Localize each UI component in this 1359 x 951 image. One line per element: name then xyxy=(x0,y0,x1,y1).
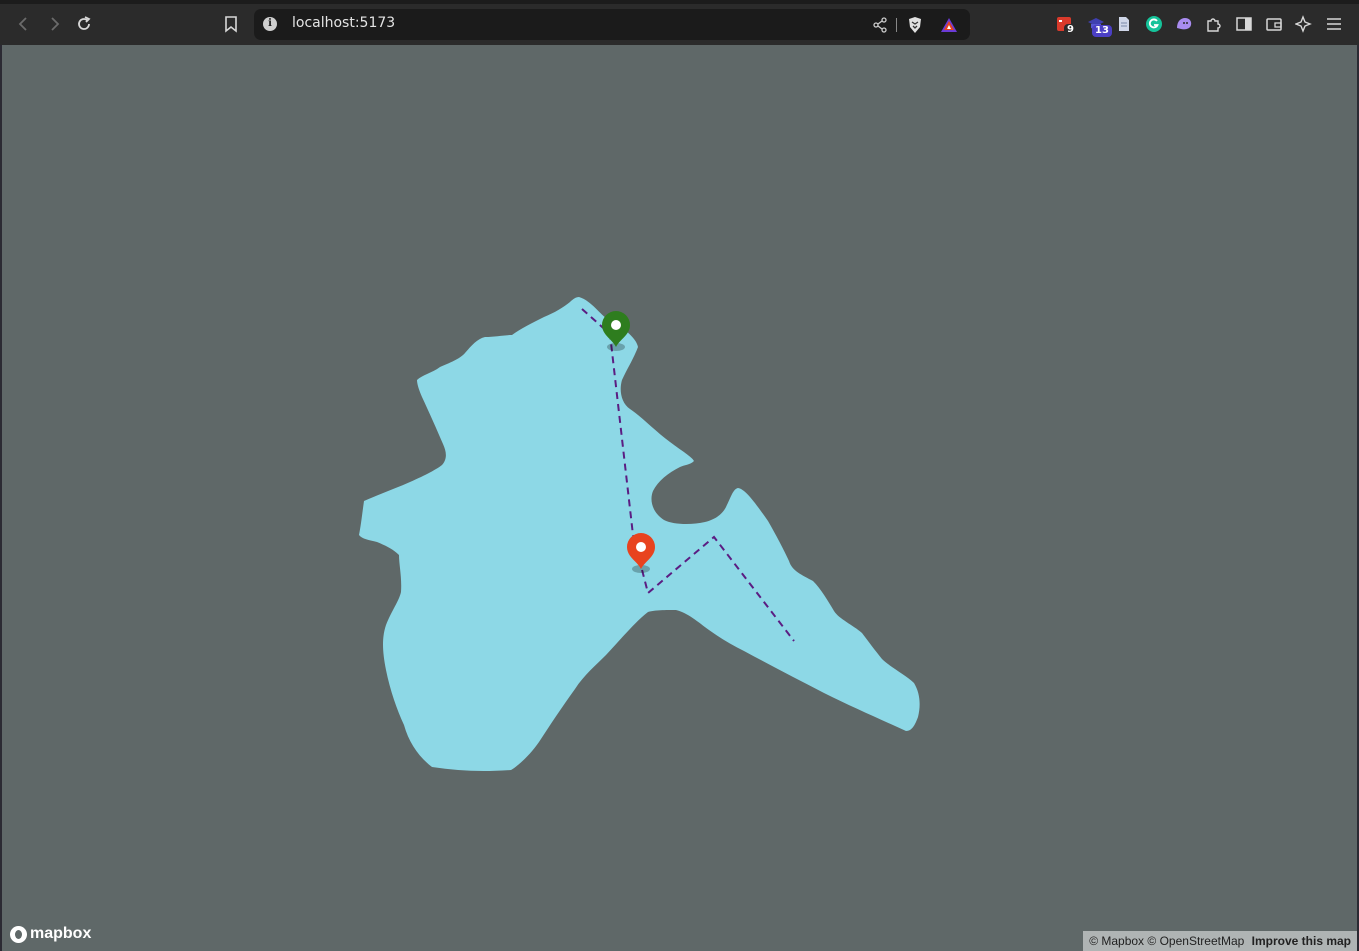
extension-2-button[interactable]: 13 xyxy=(1084,12,1112,37)
document-icon xyxy=(1119,17,1129,31)
ghost-extension-button[interactable] xyxy=(1172,12,1196,36)
map-attribution: © Mapbox © OpenStreetMap Improve this ma… xyxy=(1083,931,1357,951)
forward-button[interactable] xyxy=(42,12,66,36)
grammarly-button[interactable] xyxy=(1142,12,1166,36)
sidebar-icon xyxy=(1236,17,1252,31)
mapbox-logo-icon xyxy=(10,925,27,943)
wallet-icon xyxy=(1266,18,1282,31)
leo-ai-button[interactable] xyxy=(1292,12,1316,36)
browser-toolbar: i localhost:5173 9 13 xyxy=(0,0,1359,45)
brave-rewards-button[interactable] xyxy=(937,13,961,37)
share-icon xyxy=(873,17,887,33)
menu-button[interactable] xyxy=(1322,12,1346,36)
sidebar-button[interactable] xyxy=(1232,12,1256,36)
wallet-button[interactable] xyxy=(1262,12,1286,36)
mapbox-attribution-link[interactable]: © Mapbox xyxy=(1089,934,1144,948)
map-canvas[interactable]: mapbox © Mapbox © OpenStreetMap Improve … xyxy=(2,45,1357,951)
rewards-triangle-icon xyxy=(941,18,957,32)
mapbox-logo-text: mapbox xyxy=(30,925,92,942)
address-bar[interactable]: i localhost:5173 xyxy=(254,9,970,40)
url-divider xyxy=(896,18,897,32)
url-text[interactable]: localhost:5173 xyxy=(292,15,395,31)
grammarly-icon xyxy=(1146,16,1162,32)
extension-1-badge: 9 xyxy=(1064,24,1077,36)
osm-attribution-link[interactable]: © OpenStreetMap xyxy=(1147,934,1244,948)
chevron-right-icon xyxy=(51,17,60,31)
reload-button[interactable] xyxy=(72,12,96,36)
site-info-icon[interactable]: i xyxy=(263,17,277,31)
extensions-button[interactable] xyxy=(1202,12,1226,36)
extension-1-button[interactable]: 9 xyxy=(1052,12,1077,36)
extension-2-badge: 13 xyxy=(1092,25,1112,37)
bookmark-button[interactable] xyxy=(219,12,243,36)
back-button[interactable] xyxy=(12,12,36,36)
map-layer xyxy=(359,297,920,771)
share-button[interactable] xyxy=(868,13,892,37)
puzzle-icon xyxy=(1207,18,1221,32)
sparkle-icon xyxy=(1295,15,1312,33)
bookmark-icon xyxy=(225,16,237,33)
ghost-icon xyxy=(1177,18,1192,30)
brave-shields-button[interactable] xyxy=(903,13,927,37)
lion-shield-icon xyxy=(909,17,921,33)
mapbox-logo[interactable]: mapbox xyxy=(10,925,91,943)
chevron-left-icon xyxy=(18,17,27,31)
hamburger-menu-icon xyxy=(1327,18,1341,30)
extension-3-button[interactable] xyxy=(1112,12,1136,36)
reload-icon xyxy=(78,16,91,30)
improve-map-link[interactable]: Improve this map xyxy=(1252,934,1351,948)
